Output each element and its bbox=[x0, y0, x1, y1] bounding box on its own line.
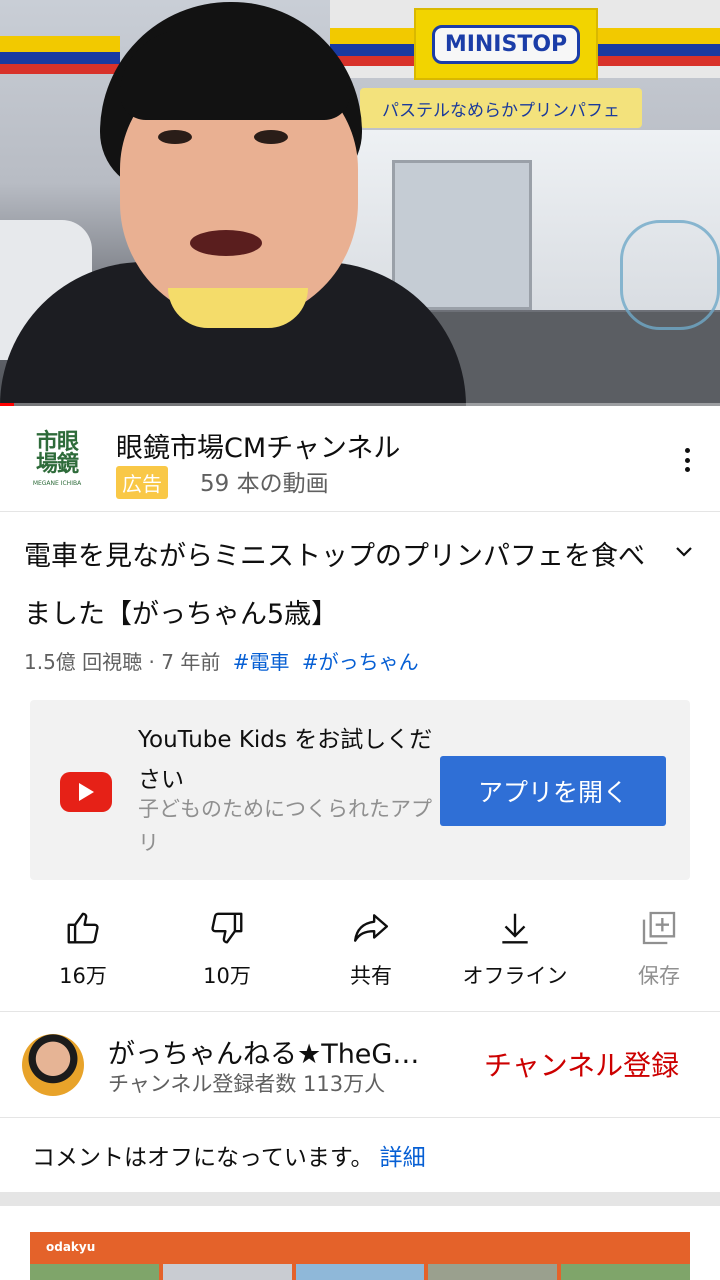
ad-channel-logo[interactable]: 市眼場鏡 MEGANE ICHIBA bbox=[28, 432, 86, 494]
share-label: 共有 bbox=[350, 964, 392, 988]
comments-details-link[interactable]: 詳細 bbox=[380, 1145, 426, 1171]
subscribe-button[interactable]: チャンネル登録 bbox=[484, 1044, 679, 1084]
next-video-brand: odakyu bbox=[46, 1240, 96, 1254]
channel-name[interactable]: がっちゃんねる★TheG… bbox=[108, 1032, 468, 1071]
open-app-button[interactable]: アプリを開く bbox=[440, 756, 666, 826]
child-figure bbox=[0, 0, 470, 406]
kids-promo-title: YouTube Kids をお試しください bbox=[138, 727, 433, 793]
ad-logo-subtext: MEGANE ICHIBA bbox=[32, 480, 82, 487]
youtube-kids-promo: YouTube Kids をお試しください 子どものためにつくられたアプリ アプ… bbox=[30, 700, 690, 880]
dislike-count: 10万 bbox=[203, 964, 251, 988]
download-icon bbox=[495, 908, 535, 948]
thumbs-up-icon bbox=[63, 908, 103, 948]
like-button[interactable]: 16万 bbox=[22, 900, 144, 1011]
comments-off-text: コメントはオフになっています。 bbox=[32, 1145, 374, 1171]
like-count: 16万 bbox=[59, 964, 107, 988]
ad-video-count: 59 本の動画 bbox=[200, 471, 329, 497]
offline-label: オフライン bbox=[462, 964, 568, 988]
video-meta: 1.5億 回視聴 · 7 年前 #電車 #がっちゃん bbox=[24, 646, 419, 675]
bicycle bbox=[620, 220, 720, 330]
ad-channel-title[interactable]: 眼鏡市場CMチャンネル bbox=[116, 426, 400, 465]
ad-logo-text: 市眼場鏡 bbox=[35, 430, 79, 477]
thumbs-down-icon bbox=[207, 908, 247, 948]
kids-promo-subtitle: 子どものためにつくられたアプリ bbox=[138, 797, 432, 855]
channel-row[interactable]: がっちゃんねる★TheG… チャンネル登録者数 113万人 チャンネル登録 bbox=[0, 1012, 720, 1118]
download-button[interactable]: オフライン bbox=[454, 900, 576, 1011]
comments-section: コメントはオフになっています。 詳細 bbox=[0, 1118, 720, 1192]
video-player[interactable]: MINISTOP パステルなめらかプリンパフェ bbox=[0, 0, 720, 406]
views-and-age: 1.5億 回視聴 · 7 年前 bbox=[24, 650, 221, 674]
subscriber-count: チャンネル登録者数 113万人 bbox=[108, 1072, 386, 1096]
share-icon bbox=[351, 908, 391, 948]
video-title[interactable]: 電車を見ながらミニストップのプリンパフェを食べました【がっちゃん5歳】 bbox=[24, 528, 654, 644]
more-vert-icon[interactable] bbox=[672, 442, 702, 478]
channel-avatar[interactable] bbox=[22, 1034, 84, 1096]
next-video-thumbnail[interactable]: odakyu bbox=[30, 1232, 690, 1280]
hashtag-link[interactable]: #電車 bbox=[233, 650, 290, 674]
hashtag-link[interactable]: #がっちゃん bbox=[302, 650, 419, 674]
save-button[interactable]: 保存 bbox=[598, 900, 720, 1011]
save-label: 保存 bbox=[638, 964, 680, 988]
ad-channel-row[interactable]: 市眼場鏡 MEGANE ICHIBA 眼鏡市場CMチャンネル 広告 59 本の動… bbox=[0, 406, 720, 512]
dislike-button[interactable]: 10万 bbox=[166, 900, 288, 1011]
add-to-playlist-icon bbox=[639, 908, 679, 948]
action-bar: 16万 10万 共有 オフライン 保存 bbox=[0, 900, 720, 1012]
ad-badge: 広告 bbox=[116, 466, 168, 499]
share-button[interactable]: 共有 bbox=[310, 900, 432, 1011]
youtube-kids-icon bbox=[60, 772, 112, 812]
chevron-down-icon[interactable] bbox=[672, 540, 696, 564]
section-divider bbox=[0, 1192, 720, 1206]
